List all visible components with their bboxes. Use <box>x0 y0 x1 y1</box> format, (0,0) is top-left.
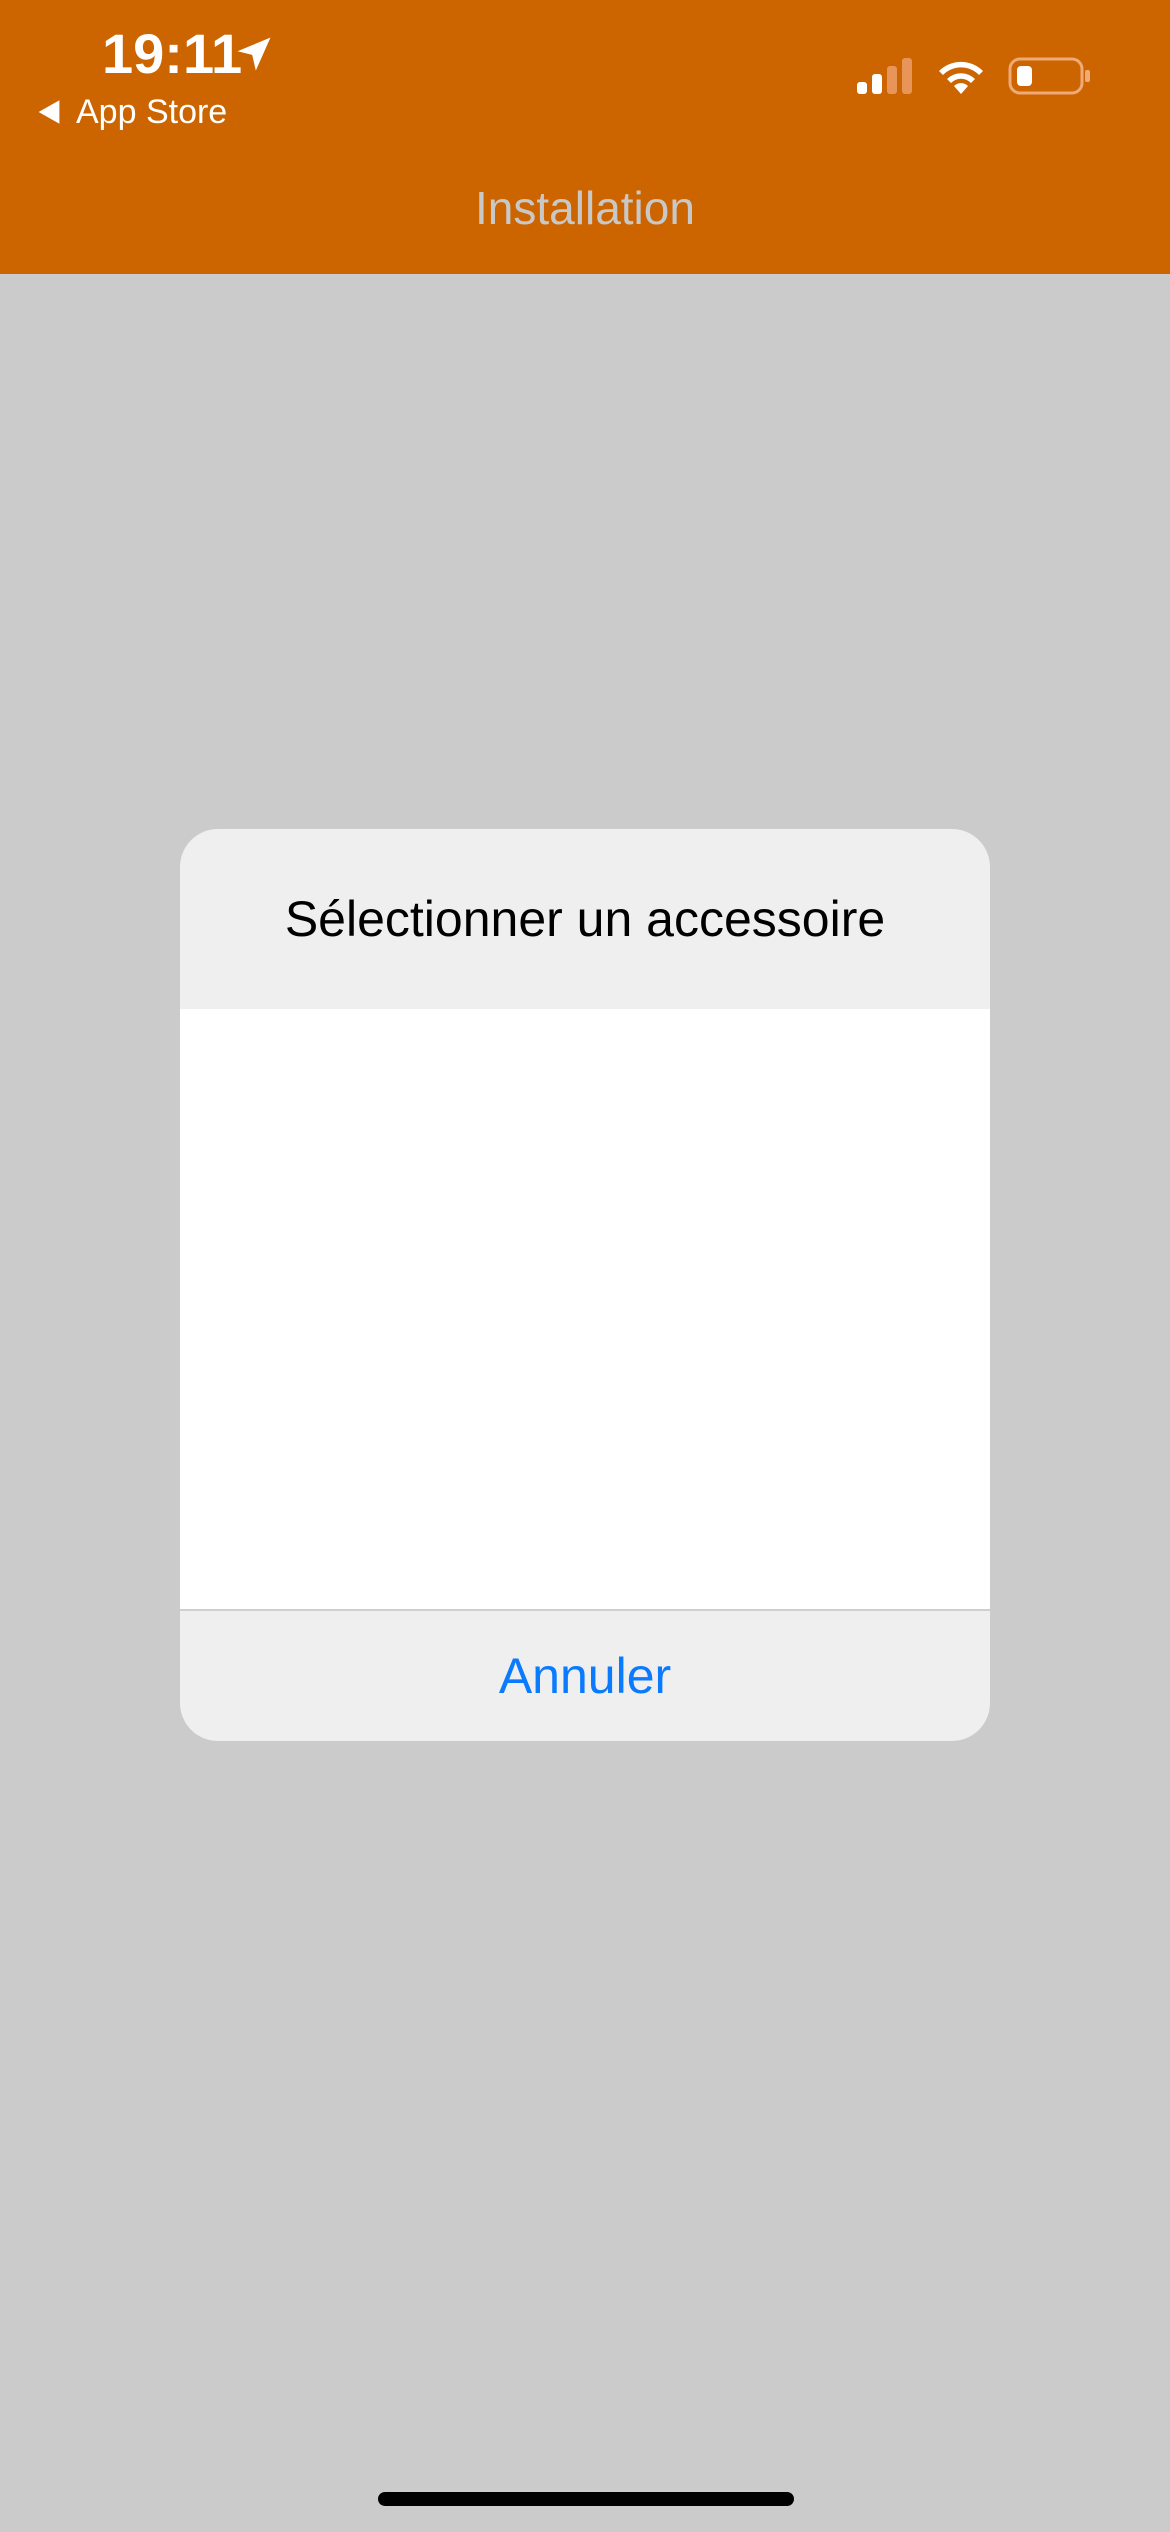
back-triangle-icon <box>38 100 60 124</box>
app-screen: 19:11 App Store Installation Sélectionne… <box>0 0 1170 2532</box>
dialog-title: Sélectionner un accessoire <box>284 891 886 947</box>
cancel-button[interactable]: Annuler <box>180 1611 990 1741</box>
accessory-list[interactable] <box>180 1009 990 1609</box>
page-title: Installation <box>475 182 695 234</box>
wifi-icon <box>939 61 983 94</box>
header: 19:11 App Store Installation <box>0 0 1170 274</box>
back-to-app-store-link[interactable]: App Store <box>36 90 227 134</box>
battery-icon <box>1008 57 1090 95</box>
select-accessory-dialog: Sélectionner un accessoire Annuler <box>180 829 990 1741</box>
cellular-signal-icon <box>857 58 912 94</box>
status-time: 19:11 <box>102 22 243 85</box>
back-label: App Store <box>76 93 228 131</box>
home-indicator[interactable] <box>378 2492 794 2506</box>
location-arrow-icon <box>237 37 271 71</box>
